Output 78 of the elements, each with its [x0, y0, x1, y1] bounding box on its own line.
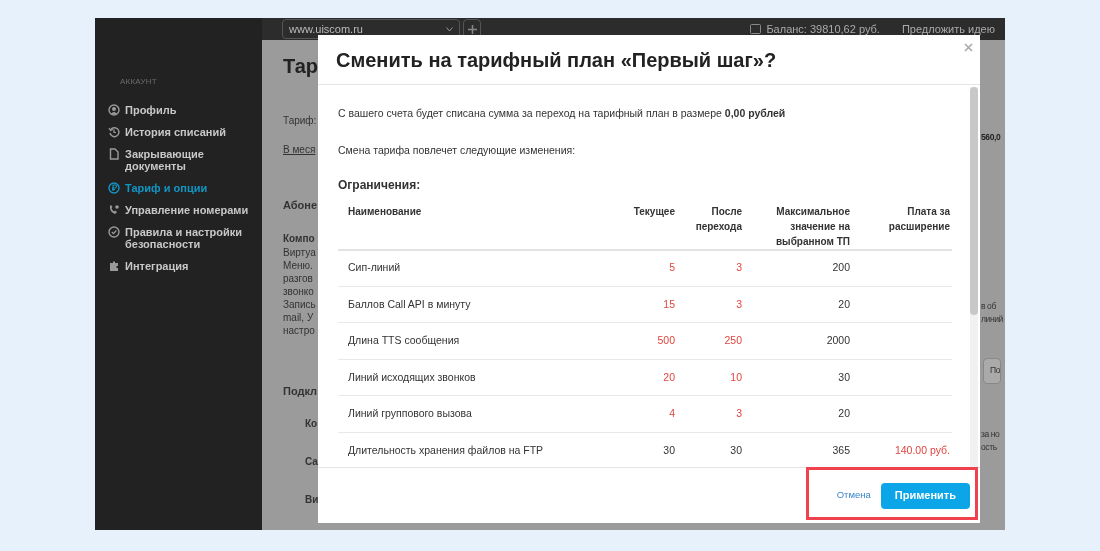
- description-line: mail, У: [283, 310, 315, 324]
- changes-note: Смена тарифа повлечет следующие изменения:: [338, 142, 577, 158]
- section-heading: Абоне: [283, 198, 318, 213]
- table-cell: Длина TTS сообщения: [338, 322, 600, 360]
- table-cell: 5: [600, 249, 685, 287]
- description-line: разгов: [283, 271, 314, 285]
- ruble-icon: [108, 182, 120, 194]
- sidebar-item[interactable]: Правила и настройки безопасности: [108, 226, 262, 250]
- cancel-link[interactable]: Отмена: [836, 488, 871, 503]
- table-cell: 250: [685, 322, 752, 360]
- shield-icon: [108, 226, 120, 238]
- description-line: за но: [981, 427, 1000, 441]
- description-line: звонко: [283, 284, 315, 298]
- plus-icon: [467, 24, 477, 34]
- puzzle-icon: [108, 260, 120, 272]
- table-cell: 3: [685, 395, 752, 433]
- table-cell: 30: [752, 359, 860, 396]
- section-label: АККАУНТ: [119, 76, 158, 88]
- column-header: Наименование: [338, 202, 600, 250]
- monthly-link[interactable]: В меся: [283, 142, 318, 157]
- column-header: После перехода: [685, 202, 752, 250]
- section-heading: Подкл: [283, 383, 318, 399]
- table-cell: 20: [752, 286, 860, 323]
- table-cell: Баллов Call API в минуту: [338, 286, 600, 323]
- dialog-title: Сменить на тарифный план «Первый шаг»?: [336, 47, 777, 73]
- phone-icon: [108, 204, 120, 216]
- description-line: Запись: [283, 297, 317, 311]
- sidebar-item[interactable]: Закрывающие документы: [108, 148, 262, 172]
- sidebar-item[interactable]: Интеграция: [108, 260, 262, 272]
- column-header: Плата за расширение: [860, 202, 952, 250]
- description-line: настро: [283, 323, 316, 337]
- column-header: Текущее: [600, 202, 685, 250]
- table-cell: 140.00 руб.: [860, 432, 952, 467]
- column-header: Максимальное значение на выбранном ТП: [752, 202, 860, 250]
- caret-icon: [446, 26, 453, 32]
- document-icon: [108, 148, 120, 160]
- table-cell: Линий исходящих звонков: [338, 359, 600, 396]
- section-title: Ограничения:: [338, 176, 422, 194]
- table-cell: 4: [600, 395, 685, 433]
- table-cell: 200: [752, 249, 860, 287]
- description-line: ость: [981, 440, 997, 454]
- table-cell: Сип-линий: [338, 249, 600, 287]
- scrollbar[interactable]: [970, 87, 978, 467]
- charge-message: С вашего счета будет списана сумма за переход на тарифный план в размере 0,00 рублей: [338, 106, 787, 121]
- table-cell: 30: [600, 432, 685, 467]
- table-cell: 30: [685, 432, 752, 467]
- sidebar-item[interactable]: История списаний: [108, 126, 262, 138]
- connect-button[interactable]: По: [983, 357, 1002, 384]
- table-cell: 20: [752, 395, 860, 433]
- balance-text[interactable]: Баланс: 39810,62 руб.: [766, 20, 880, 38]
- description-line: Меню.: [283, 258, 314, 272]
- description-line: Виртуа: [283, 245, 317, 259]
- table-cell: 15: [600, 286, 685, 323]
- table-cell: 20: [600, 359, 685, 396]
- tariff-label: Тариф:: [283, 114, 318, 128]
- sidebar-item[interactable]: Тариф и опции: [108, 182, 262, 194]
- description-line: линий: [981, 312, 1003, 326]
- close-icon[interactable]: [964, 43, 973, 52]
- table-cell: 10: [685, 359, 752, 396]
- components-heading: Компо: [283, 231, 316, 246]
- option-label[interactable]: Са: [283, 454, 318, 469]
- sidebar-item[interactable]: Управление номерами: [108, 204, 262, 216]
- table-cell: Длительность хранения файлов на FTP: [338, 432, 600, 467]
- description-line: в об: [981, 299, 996, 313]
- idea-link[interactable]: Предложить идею: [901, 20, 995, 38]
- table-cell: Линий группового вызова: [338, 395, 600, 433]
- profile-icon: [108, 104, 120, 116]
- table-cell: 3: [685, 286, 752, 323]
- table-cell: 500: [600, 322, 685, 360]
- history-icon: [108, 126, 120, 138]
- table-cell: 3: [685, 249, 752, 287]
- sidebar-item[interactable]: Профиль: [108, 104, 262, 116]
- price-text: 560,0: [981, 131, 1001, 144]
- table-cell: 2000: [752, 322, 860, 360]
- table-cell: 365: [752, 432, 860, 467]
- page-heading: Тар: [283, 54, 318, 78]
- option-label[interactable]: Ви: [283, 492, 318, 507]
- option-label[interactable]: Ко: [283, 416, 318, 431]
